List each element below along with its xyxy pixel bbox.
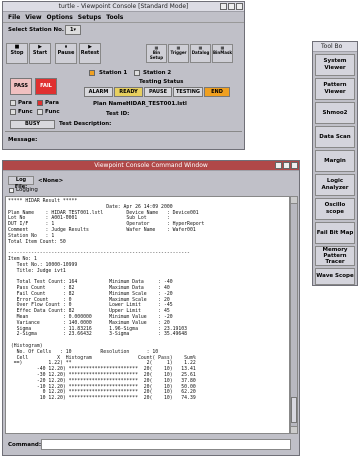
menu-view[interactable]: View: [25, 14, 41, 21]
scroll-up-icon[interactable]: [291, 197, 297, 204]
maximize-icon[interactable]: [228, 3, 235, 10]
tool-logic-analyzer[interactable]: Logic Analyzer: [315, 174, 355, 196]
pause-button[interactable]: ⏸ Pause: [55, 43, 77, 64]
station2-label: Station 2: [143, 70, 172, 76]
console-window: turtle - Viewpoint Console [Standard Mod…: [2, 1, 245, 150]
tool-shmoo2[interactable]: Shmoo2: [315, 102, 355, 124]
command-title: Viewpoint Console Command Window: [94, 162, 208, 169]
tool-oscilloscope[interactable]: Oscillo scope: [315, 198, 355, 220]
toolbox-window: Tool Bo System Viewer Pattern Viewer Shm…: [312, 41, 358, 286]
console-title: turtle - Viewpoint Console [Standard Mod…: [58, 3, 189, 10]
datalog-label: Datalog: [191, 50, 210, 55]
trigger-button[interactable]: ▦ Trigger: [168, 44, 189, 63]
test-id-label: Test ID:: [106, 111, 130, 117]
station1-label: Station 1: [99, 70, 128, 76]
command-window: Viewpoint Console Command Window Log Fil…: [2, 160, 300, 456]
command-input[interactable]: [41, 439, 291, 450]
binmask-label: BinMask: [213, 50, 232, 55]
menu-setups[interactable]: Setups: [78, 14, 101, 21]
para-label-1: Para: [18, 100, 33, 106]
log-file-value: <None>: [38, 178, 64, 184]
plan-name-value: HIDAR_TEST001.lstl: [126, 101, 187, 107]
menu-options[interactable]: Options: [47, 14, 73, 21]
toolbox-title: Tool Bo: [321, 43, 343, 50]
scroll-down-icon[interactable]: [291, 426, 297, 433]
trigger-label: Trigger: [170, 50, 187, 55]
maximize-icon[interactable]: [283, 162, 290, 169]
retest-label: Retest: [80, 50, 100, 56]
menu-tools[interactable]: Tools: [106, 14, 123, 21]
start-button[interactable]: ▶ Start: [29, 43, 51, 64]
station1-indicator: [89, 70, 95, 76]
ready-status: READY: [114, 87, 143, 97]
fail-indicator: FAIL: [35, 78, 57, 95]
para-indicator-2: [37, 100, 43, 106]
minimize-icon[interactable]: [275, 162, 282, 169]
menu-bar: File View Options Setups Tools: [3, 12, 244, 23]
testing-status-label: Testing Status: [139, 79, 184, 85]
command-title-bar[interactable]: Viewpoint Console Command Window: [3, 161, 299, 171]
pass-indicator: PASS: [10, 78, 32, 95]
tool-margin[interactable]: Margin: [315, 150, 355, 172]
tool-fail-bit-map[interactable]: Fail Bit Map: [315, 222, 355, 244]
plan-name-label: Plan Name:: [93, 101, 129, 107]
func-label-2: Func: [45, 109, 60, 115]
tool-memory-pattern-tracer[interactable]: Memory Pattern Tracer: [315, 246, 355, 266]
bin-setup-label: Bin Setup: [149, 50, 164, 60]
func-label-1: Func: [18, 109, 33, 115]
divider: [5, 131, 242, 132]
retest-button[interactable]: ▶ Retest: [79, 43, 101, 64]
scroll-thumb[interactable]: [291, 397, 297, 423]
stop-button[interactable]: ■ Stop: [6, 43, 28, 64]
message-label: Message:: [8, 137, 38, 143]
func-indicator-1: [10, 109, 16, 115]
logging-checkbox[interactable]: [9, 188, 14, 193]
tool-wave-scope[interactable]: Wave Scope: [315, 268, 355, 285]
tool-data-scan[interactable]: Data Scan: [315, 126, 355, 148]
para-indicator-1: [10, 100, 16, 106]
vertical-scrollbar[interactable]: [290, 196, 298, 434]
testing-status: TESTING: [173, 87, 203, 97]
close-icon[interactable]: [291, 162, 298, 169]
stop-label: Stop: [10, 50, 24, 56]
alarm-status: ALARM: [84, 87, 113, 97]
bin-setup-button[interactable]: ▦ Bin Setup: [146, 44, 167, 63]
binmask-button[interactable]: ▦ BinMask: [212, 44, 233, 63]
station-select-label: Select Station No.: [8, 27, 65, 33]
busy-indicator: BUSY: [10, 120, 55, 129]
menu-file[interactable]: File: [8, 14, 20, 21]
tool-pattern-viewer[interactable]: Pattern Viewer: [315, 78, 355, 100]
log-text: ***** HIDAR Result ***** Date: Apr 26 14…: [8, 199, 205, 402]
log-output[interactable]: ***** HIDAR Result ***** Date: Apr 26 14…: [5, 196, 290, 434]
close-icon[interactable]: [236, 3, 243, 10]
station2-indicator: [134, 70, 140, 76]
datalog-button[interactable]: ▦ Datalog: [190, 44, 211, 63]
pause-status: PAUSE: [144, 87, 172, 97]
minimize-icon[interactable]: [220, 3, 227, 10]
command-label: Command:: [8, 442, 42, 448]
end-status: END: [204, 87, 230, 97]
pause-label: Pause: [57, 50, 75, 56]
station-select-dropdown[interactable]: 1▾: [65, 25, 81, 35]
station-select-value: 1: [70, 27, 74, 33]
test-description-label: Test Description:: [59, 121, 112, 127]
tool-system-viewer[interactable]: System Viewer: [315, 54, 355, 76]
para-label-2: Para: [45, 100, 60, 106]
console-title-bar[interactable]: turtle - Viewpoint Console [Standard Mod…: [3, 2, 244, 12]
func-indicator-2: [37, 109, 43, 115]
log-file-button[interactable]: Log File:: [8, 176, 34, 190]
toolbox-title-bar[interactable]: Tool Bo: [313, 42, 357, 52]
logging-label: Logging: [16, 187, 38, 193]
start-label: Start: [32, 50, 48, 56]
